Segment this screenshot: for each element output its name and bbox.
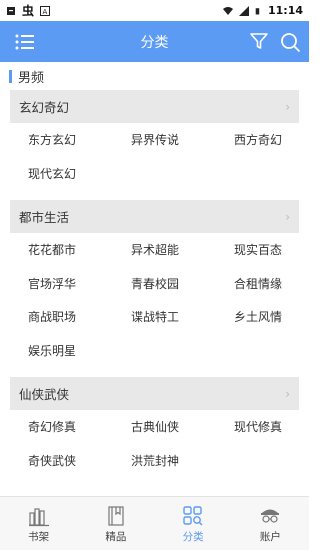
category-item[interactable]: 异界传说 (113, 123, 216, 157)
tab-label: 分类 (182, 531, 204, 543)
group-title: 仙侠武侠 (19, 387, 70, 402)
app-notification-icon: 虫 (22, 4, 35, 18)
tab-category[interactable]: 分类 (155, 497, 232, 550)
tab-label: 书架 (28, 531, 50, 543)
tab-featured[interactable]: 精品 (77, 497, 154, 550)
category-item[interactable]: 西方奇幻 (216, 123, 319, 157)
section-label: 男频 (18, 70, 45, 86)
category-item[interactable]: 娱乐明星 (10, 334, 113, 368)
category-grid: 花花都市 异术超能 现实百态 官场浮华 青春校园 合租情缘 商战职场 谍战特工 … (10, 233, 299, 367)
group-header[interactable]: 仙侠武侠 › (10, 377, 299, 410)
signal-icon (238, 5, 249, 16)
category-item[interactable]: 东方玄幻 (10, 123, 113, 157)
group-title: 都市生活 (19, 210, 70, 225)
category-item[interactable]: 商战职场 (10, 300, 113, 334)
tab-label: 账户 (259, 531, 281, 543)
wifi-icon (222, 6, 233, 15)
category-group: 仙侠武侠 › 奇幻修真 古典仙侠 现代修真 奇侠武侠 洪荒封神 (10, 377, 299, 477)
group-header[interactable]: 玄幻奇幻 › (10, 90, 299, 123)
section-header: 男频 (0, 62, 309, 90)
category-item[interactable]: 异术超能 (113, 233, 216, 267)
tab-bookshelf[interactable]: 书架 (0, 497, 77, 550)
account-icon (261, 509, 280, 523)
category-grid: 东方玄幻 异界传说 西方奇幻 现代玄幻 (10, 123, 299, 190)
category-item[interactable]: 现实百态 (216, 233, 319, 267)
tab-account[interactable]: 账户 (232, 497, 309, 550)
category-item[interactable]: 古典仙侠 (113, 410, 216, 444)
category-group: 玄幻奇幻 › 东方玄幻 异界传说 西方奇幻 现代玄幻 (10, 90, 299, 190)
category-group: 都市生活 › 花花都市 异术超能 现实百态 官场浮华 青春校园 合租情缘 商战职… (10, 200, 299, 367)
chevron-right-icon: › (285, 100, 290, 114)
battery-icon (255, 7, 260, 14)
category-item[interactable]: 奇侠武侠 (10, 444, 113, 478)
tab-label: 精品 (105, 531, 127, 543)
category-item[interactable]: 合租情缘 (216, 267, 319, 301)
category-item[interactable]: 花花都市 (10, 233, 113, 267)
category-item[interactable]: 洪荒封神 (113, 444, 216, 478)
clock: 11:14 (267, 4, 303, 17)
section-accent-bar (9, 69, 12, 83)
category-item[interactable]: 现代玄幻 (10, 157, 113, 191)
menu-icon[interactable] (14, 32, 36, 52)
bottom-tab-bar: 书架 精品 分类 账户 (0, 496, 309, 550)
category-item[interactable]: 官场浮华 (10, 267, 113, 301)
category-item[interactable]: 乡土风情 (216, 300, 319, 334)
book-icon (108, 506, 124, 526)
chevron-right-icon: › (285, 387, 290, 401)
group-header[interactable]: 都市生活 › (10, 200, 299, 233)
category-grid: 奇幻修真 古典仙侠 现代修真 奇侠武侠 洪荒封神 (10, 410, 299, 477)
status-bar: 虫 A 11:14 (0, 0, 309, 21)
chevron-right-icon: › (285, 210, 290, 224)
a-notification-icon: A (40, 5, 51, 16)
notification-icon (7, 6, 15, 15)
category-icon (183, 506, 203, 526)
category-item[interactable]: 谍战特工 (113, 300, 216, 334)
svg-text:A: A (43, 8, 48, 16)
category-item[interactable]: 现代修真 (216, 410, 319, 444)
filter-icon[interactable] (249, 31, 269, 51)
category-item[interactable]: 奇幻修真 (10, 410, 113, 444)
app-bar: 分类 (0, 21, 309, 62)
bookshelf-icon (28, 508, 49, 527)
search-icon[interactable] (279, 31, 301, 53)
category-item[interactable]: 青春校园 (113, 267, 216, 301)
group-title: 玄幻奇幻 (19, 100, 70, 115)
